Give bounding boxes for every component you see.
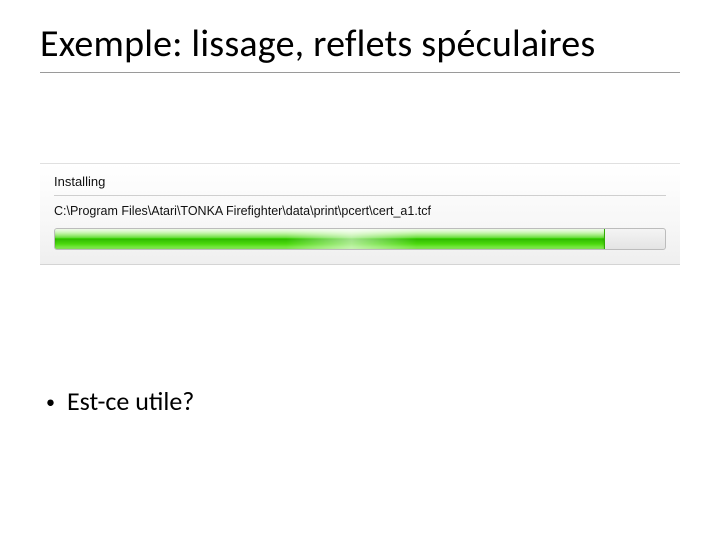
installer-current-file-path: C:\Program Files\Atari\TONKA Firefighter… xyxy=(54,204,666,218)
progress-bar xyxy=(54,228,666,250)
installer-heading: Installing xyxy=(54,174,666,189)
slide: Exemple: lissage, reflets spéculaires In… xyxy=(0,0,720,540)
bullet-icon: • xyxy=(46,393,55,411)
progress-bar-fill xyxy=(55,229,605,249)
bullet-list: • Est-ce utile? xyxy=(40,385,680,417)
installer-panel: Installing C:\Program Files\Atari\TONKA … xyxy=(40,163,680,265)
slide-title: Exemple: lissage, reflets spéculaires xyxy=(40,24,680,66)
bullet-text: Est-ce utile? xyxy=(67,385,194,417)
list-item: • Est-ce utile? xyxy=(40,385,680,417)
installer-separator xyxy=(54,195,666,196)
title-underline xyxy=(40,72,680,73)
